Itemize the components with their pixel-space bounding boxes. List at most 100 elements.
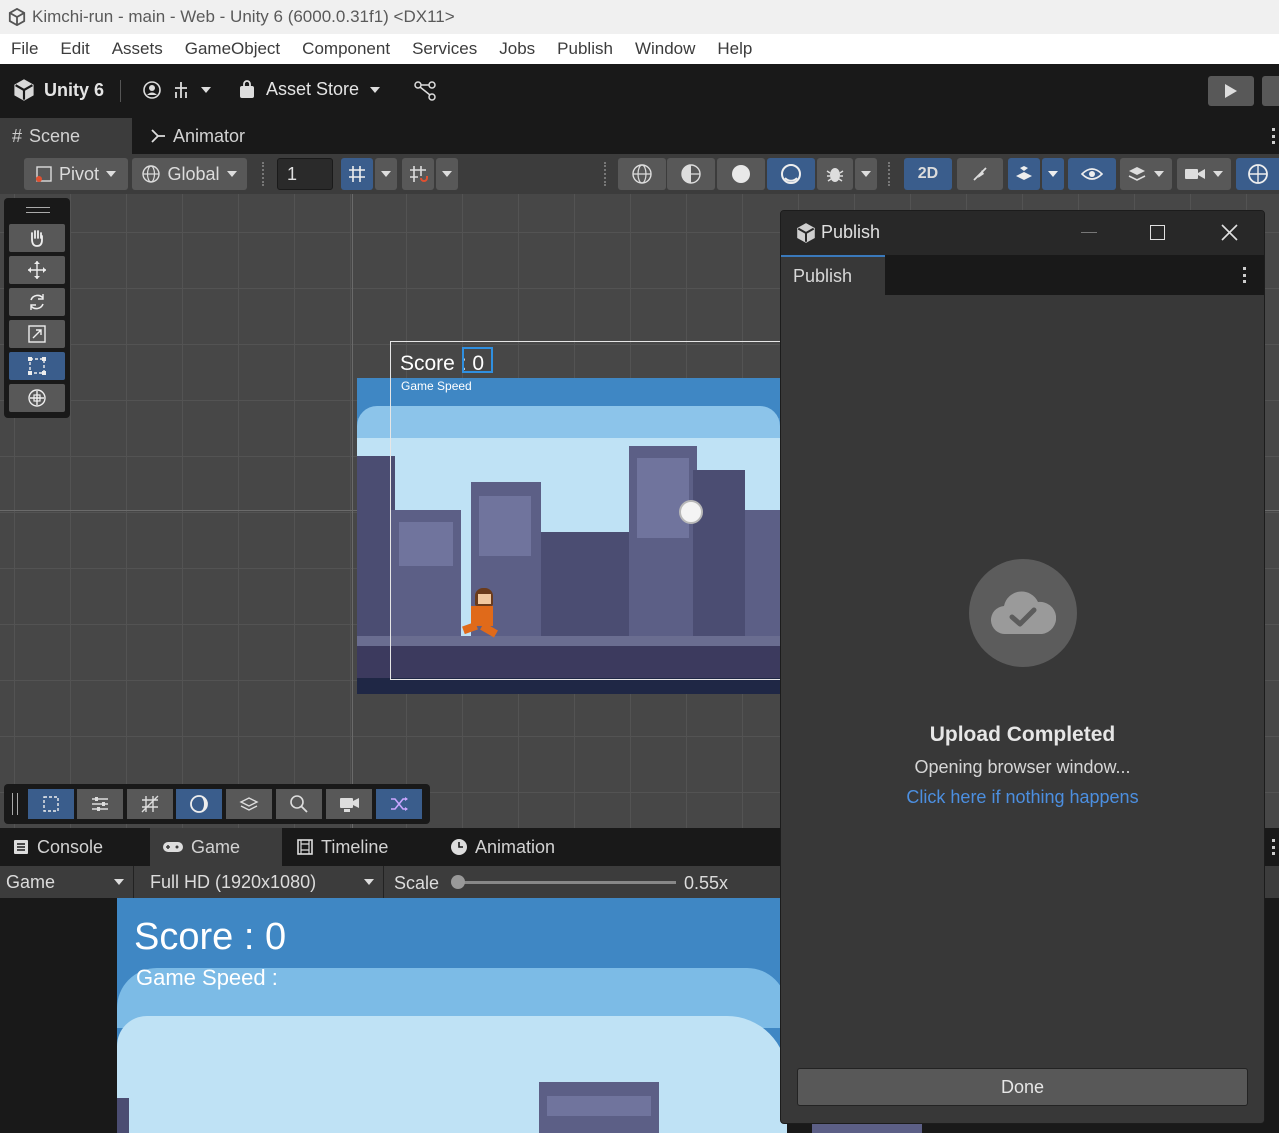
camera-icon — [1185, 169, 1205, 179]
tab-animation[interactable]: Animation — [438, 828, 598, 866]
debug-draw-button[interactable] — [817, 158, 853, 190]
overlay-grid-button[interactable] — [127, 789, 173, 819]
lighting-toggle-button[interactable] — [957, 158, 1003, 190]
tab-console[interactable]: Console — [0, 828, 148, 866]
upload-status-badge — [969, 559, 1077, 667]
resolution-dropdown[interactable]: Full HD (1920x1080) — [144, 866, 384, 898]
effects-dropdown[interactable] — [1042, 158, 1064, 190]
gizmos-button[interactable] — [1236, 158, 1279, 190]
menu-assets[interactable]: Assets — [101, 39, 174, 59]
shaded-wireframe-button[interactable] — [667, 158, 715, 190]
layers-dropdown[interactable] — [1120, 158, 1172, 190]
overlay-camera-button[interactable] — [326, 789, 372, 819]
lighting-off-icon — [973, 167, 987, 181]
publish-tab-bar: Publish — [781, 255, 1264, 295]
menu-publish[interactable]: Publish — [546, 39, 624, 59]
play-button[interactable] — [1208, 76, 1254, 106]
chevron-down-icon — [442, 171, 452, 177]
overlay-search-button[interactable] — [276, 789, 322, 819]
chevron-down-icon — [1048, 171, 1058, 177]
global-dropdown[interactable]: Global — [132, 158, 247, 190]
rotate-tool-button[interactable] — [9, 288, 65, 316]
grid-size-input[interactable]: 1 — [277, 158, 333, 190]
scene-visibility-button[interactable] — [1068, 158, 1116, 190]
minimize-button[interactable] — [1081, 232, 1097, 233]
stacked-layers-icon — [239, 797, 259, 811]
global-label: Global — [167, 163, 220, 184]
camera-dropdown[interactable] — [1177, 158, 1231, 190]
tab-game[interactable]: Game — [150, 828, 282, 866]
cloud-collab-icon — [175, 82, 187, 98]
tab-console-label: Console — [37, 836, 104, 857]
tab-animator[interactable]: Animator — [138, 118, 268, 154]
close-icon[interactable] — [1221, 224, 1238, 241]
move-tool-button[interactable] — [9, 256, 65, 284]
overlay-rect-button[interactable] — [28, 789, 74, 819]
main-toolbar: Unity 6 Asset Store — [0, 64, 1279, 118]
scale-slider-handle[interactable] — [451, 875, 465, 889]
window-title-bar: Kimchi-run - main - Web - Unity 6 (6000.… — [0, 0, 1279, 34]
scene-toolbar: Pivot Global 1 2D — [0, 154, 1279, 194]
tab-scene[interactable]: # Scene — [0, 118, 132, 154]
pause-button[interactable] — [1262, 76, 1279, 106]
unity-brand-label: Unity 6 — [44, 79, 105, 100]
wireframe-shading-button[interactable] — [618, 158, 666, 190]
scale-slider-track[interactable] — [458, 881, 676, 884]
kebab-menu-icon[interactable] — [1272, 839, 1276, 855]
increment-snap-dropdown[interactable] — [436, 158, 458, 190]
account-icon — [143, 81, 161, 99]
hand-tool-button[interactable] — [9, 224, 65, 252]
unlit-shading-button[interactable] — [767, 158, 815, 190]
rect-tool-button[interactable] — [9, 352, 65, 380]
open-browser-link[interactable]: Click here if nothing happens — [781, 787, 1264, 808]
upload-status-subtitle: Opening browser window... — [914, 757, 1131, 777]
tab-publish[interactable]: Publish — [781, 255, 885, 295]
menu-jobs[interactable]: Jobs — [488, 39, 546, 59]
overlay-shading-button[interactable] — [176, 789, 222, 819]
increment-snap-button[interactable] — [402, 158, 434, 190]
upload-status-title: Upload Completed — [929, 723, 1116, 746]
selection-rect — [462, 347, 493, 373]
debug-draw-dropdown[interactable] — [855, 158, 877, 190]
toolbar-divider — [120, 80, 121, 102]
effects-toggle-button[interactable] — [1008, 158, 1040, 190]
grid-snap-dropdown[interactable] — [375, 158, 397, 190]
overlay-sliders-button[interactable] — [77, 789, 123, 819]
2d-mode-button[interactable]: 2D — [904, 158, 952, 190]
menu-window[interactable]: Window — [624, 39, 706, 59]
game-score-text: Score : 0 — [134, 916, 287, 958]
kebab-menu-icon[interactable] — [1243, 267, 1247, 283]
display-dropdown[interactable]: Game — [0, 866, 134, 898]
tab-scene-label: Scene — [29, 125, 81, 146]
chevron-down-icon — [364, 879, 374, 885]
asset-store-label: Asset Store — [266, 79, 360, 99]
tab-game-label: Game — [191, 836, 241, 857]
scale-tool-button[interactable] — [9, 320, 65, 348]
chevron-down-icon — [381, 171, 391, 177]
tab-timeline-label: Timeline — [321, 836, 389, 857]
asset-store-dropdown[interactable]: Asset Store — [238, 79, 381, 100]
pivot-dropdown[interactable]: Pivot — [24, 158, 128, 190]
overlay-layers-button[interactable] — [226, 789, 272, 819]
maximize-button[interactable] — [1150, 225, 1165, 240]
shading-sphere-icon — [190, 795, 208, 813]
menu-help[interactable]: Help — [706, 39, 763, 59]
done-button[interactable]: Done — [797, 1068, 1248, 1106]
menu-services[interactable]: Services — [401, 39, 488, 59]
menu-edit[interactable]: Edit — [49, 39, 100, 59]
unity-account-button[interactable]: Unity 6 — [12, 78, 104, 102]
version-control-icon[interactable] — [414, 81, 436, 101]
grid-snap-button[interactable] — [341, 158, 373, 190]
unity-logo-icon — [8, 8, 26, 26]
menu-gameobject[interactable]: GameObject — [174, 39, 291, 59]
scale-label: Scale — [394, 873, 440, 893]
transform-tool-button[interactable] — [9, 384, 65, 412]
overlay-shuffle-button[interactable] — [376, 789, 422, 819]
kebab-menu-icon[interactable] — [1272, 128, 1276, 144]
tab-timeline[interactable]: Timeline — [284, 828, 424, 866]
menu-component[interactable]: Component — [291, 39, 401, 59]
gamepad-icon — [163, 842, 183, 852]
account-dropdown[interactable] — [142, 80, 212, 100]
shaded-button[interactable] — [717, 158, 765, 190]
menu-file[interactable]: File — [0, 39, 49, 59]
